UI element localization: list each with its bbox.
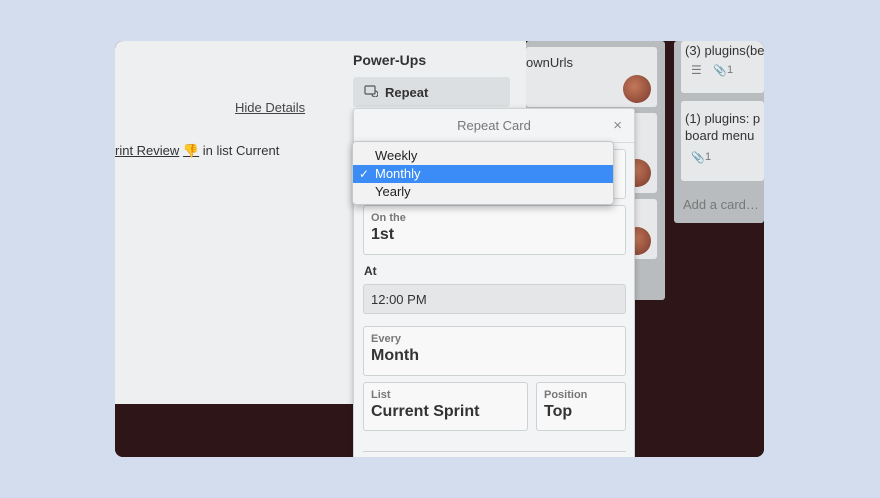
position-label: Position (544, 389, 588, 401)
option-weekly[interactable]: Weekly (353, 147, 613, 165)
every-select[interactable]: Every Month (363, 326, 626, 376)
list-card[interactable]: ownUrls (526, 47, 657, 107)
popover-title: Repeat Card (457, 118, 531, 133)
every-value: Month (371, 347, 419, 364)
attachment-count: 1 (705, 151, 712, 163)
checkmark-icon: ✓ (359, 167, 370, 181)
thumbs-down-emoji: 👎 (182, 143, 200, 158)
repeat-power-up-button[interactable]: Repeat (353, 77, 510, 107)
on-the-value: 1st (371, 226, 395, 243)
option-label: Yearly (375, 184, 411, 199)
divider (363, 451, 626, 452)
time-input[interactable] (363, 284, 626, 314)
hide-details-link[interactable]: Hide Details (235, 100, 305, 115)
power-ups-heading: Power-Ups (353, 52, 427, 68)
popover-header: Repeat Card × (354, 109, 634, 143)
position-select[interactable]: Position Top (536, 382, 626, 431)
attachment-count: 1 (727, 64, 734, 76)
on-the-label: On the (371, 212, 406, 224)
paperclip-icon: 📎 (691, 152, 705, 164)
card-title-line1: (1) plugins: p (685, 111, 761, 126)
option-label: Monthly (375, 166, 421, 181)
close-icon[interactable]: × (613, 117, 622, 134)
description-lines-icon: ☰ (691, 63, 702, 77)
option-label: Weekly (375, 148, 418, 163)
list-card[interactable]: (3) plugins(be ☰ 📎 1 (681, 41, 764, 93)
list-info-text: in list Current (202, 143, 280, 158)
list-value: Current Sprint (371, 403, 480, 420)
frequency-dropdown-menu: Weekly ✓ Monthly Yearly (352, 141, 614, 205)
option-yearly[interactable]: Yearly (353, 183, 613, 201)
card-title-line2: board menu (685, 128, 755, 143)
option-monthly[interactable]: ✓ Monthly (353, 165, 613, 183)
list-select[interactable]: List Current Sprint (363, 382, 528, 431)
list-card[interactable]: (1) plugins: p board menu 📎 1 (681, 101, 764, 181)
add-card-link[interactable]: Add a card… (683, 197, 759, 212)
on-the-select[interactable]: On the 1st (363, 205, 626, 255)
list-label: List (371, 389, 391, 401)
repeat-button-label: Repeat (385, 84, 429, 100)
every-label: Every (371, 333, 401, 345)
card-title-fragment: ownUrls (526, 55, 573, 70)
position-value: Top (544, 403, 573, 420)
card-name-link[interactable]: rint Review (115, 143, 179, 158)
avatar[interactable] (623, 75, 651, 103)
repeat-card-icon (364, 84, 379, 100)
card-breadcrumb: rint Review 👎 in list Current (115, 143, 279, 159)
app-window: ownUrls (3) plugins(be ☰ 📎 1 (1) plugins… (115, 41, 764, 457)
at-label: At (364, 264, 377, 278)
paperclip-icon: 📎 (713, 65, 727, 77)
card-title: (3) plugins(be (685, 43, 764, 58)
